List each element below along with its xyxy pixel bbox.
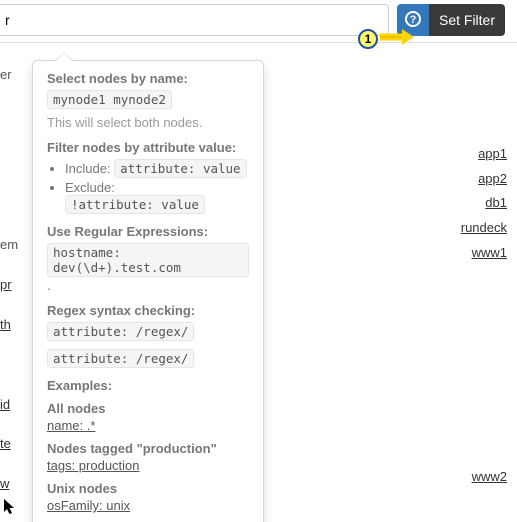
popover-text: Exclude: [65, 180, 115, 195]
popover-example-link[interactable]: tags: production [47, 458, 140, 473]
popover-example-link[interactable]: osFamily: unix [47, 498, 130, 513]
popover-code: attribute: /regex/ [47, 349, 194, 368]
node-link-list: app1 app2 db1 rundeck www1 www2 [437, 142, 507, 490]
popover-code: hostname: dev(\d+).test.com [47, 243, 249, 277]
popover-text: . [47, 277, 51, 293]
popover-list-item: Include: attribute: value [65, 159, 249, 178]
popover-section-title: Regex syntax checking: [47, 303, 249, 318]
popover-code: attribute: value [114, 159, 246, 178]
node-link[interactable]: app2 [437, 167, 507, 192]
node-filter-input[interactable] [0, 4, 389, 36]
popover-code: mynode1 mynode2 [47, 90, 172, 109]
filter-help-button[interactable]: ? [397, 4, 429, 36]
popover-section-title: Filter nodes by attribute value: [47, 140, 249, 155]
popover-example-label: All nodes [47, 401, 249, 416]
popover-note: This will select both nodes. [47, 115, 249, 130]
node-link[interactable]: www1 [437, 241, 507, 266]
popover-text: Include: [65, 161, 114, 176]
popover-example-link[interactable]: name: .* [47, 418, 95, 433]
popover-section-title: Use Regular Expressions: [47, 224, 249, 239]
node-link[interactable]: app1 [437, 142, 507, 167]
node-link[interactable]: www2 [437, 465, 507, 490]
popover-example-label: Nodes tagged "production" [47, 441, 249, 456]
popover-section-title: Examples: [47, 378, 249, 393]
set-filter-button[interactable]: Set Filter [429, 4, 505, 36]
cursor-icon [3, 498, 17, 519]
svg-text:?: ? [410, 14, 417, 26]
popover-list-item: Exclude: !attribute: value [65, 180, 249, 214]
popover-code: !attribute: value [65, 195, 205, 214]
popover-code: attribute: /regex/ [47, 322, 194, 341]
filter-help-popover: Select nodes by name: mynode1 mynode2 Th… [32, 60, 264, 522]
popover-section-title: Select nodes by name: [47, 71, 249, 86]
question-circle-icon: ? [405, 11, 421, 30]
node-link[interactable]: db1 [437, 191, 507, 216]
node-link[interactable]: rundeck [437, 216, 507, 241]
popover-example-label: Unix nodes [47, 481, 249, 496]
